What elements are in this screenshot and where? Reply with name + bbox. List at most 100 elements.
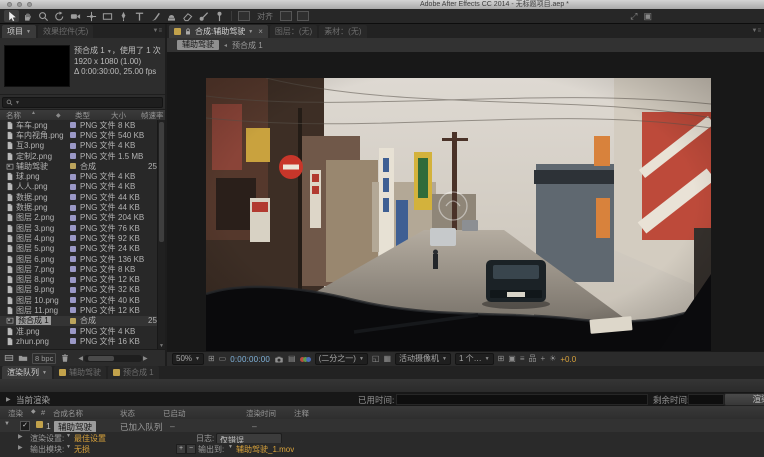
label-chip[interactable] — [70, 214, 80, 221]
label-chip[interactable] — [70, 266, 80, 273]
scrollbar-thumb[interactable] — [87, 355, 114, 361]
column-comment[interactable]: 注释 — [294, 408, 309, 419]
search-options-icon[interactable]: ▼ — [15, 100, 20, 106]
column-label-icon[interactable]: ◆ — [31, 408, 36, 415]
puppet-pin-tool[interactable] — [212, 10, 227, 22]
project-item-row[interactable]: 图层 8.png PNG 文件 12 KB — [0, 274, 158, 284]
collapse-triangle-icon[interactable]: ▼ — [4, 421, 10, 427]
label-chip[interactable] — [70, 225, 80, 232]
expand-triangle-icon[interactable]: ▶ — [6, 396, 11, 403]
region-of-interest-icon[interactable]: ◱ — [372, 354, 380, 364]
label-chip[interactable] — [70, 142, 80, 149]
trash-icon[interactable] — [60, 353, 70, 363]
label-chip[interactable] — [70, 163, 80, 170]
add-output-module-button[interactable]: + — [176, 444, 186, 454]
column-comp-name[interactable]: 合成名称 — [53, 408, 83, 419]
exposure-value[interactable]: +0.0 — [560, 355, 576, 364]
label-chip[interactable] — [70, 204, 80, 211]
tab-render-queue[interactable]: 渲染队列 ▼ — [2, 366, 52, 379]
label-chip[interactable] — [70, 307, 80, 314]
snapshot-camera-icon[interactable] — [274, 355, 284, 364]
project-item-row[interactable]: 图层 5.png PNG 文件 24 KB — [0, 244, 158, 254]
close-window-button[interactable] — [7, 2, 12, 7]
hand-tool[interactable] — [20, 10, 35, 22]
zoom-window-button[interactable] — [27, 2, 32, 7]
project-item-row[interactable]: 定制2.png PNG 文件 1.5 MB — [0, 151, 158, 161]
show-snapshot-icon[interactable]: ▤ — [288, 354, 296, 364]
project-item-row[interactable]: 准.png PNG 文件 4 KB — [0, 326, 158, 336]
label-chip[interactable] — [70, 317, 80, 324]
project-horizontal-scrollbar[interactable]: ◀ ▶ — [78, 354, 148, 362]
shape-tool[interactable] — [100, 10, 115, 22]
flowchart-icon[interactable]: 品 — [529, 354, 537, 364]
label-chip[interactable] — [70, 245, 80, 252]
tab-timeline-assist-drive[interactable]: 辅助驾驶 — [53, 366, 106, 379]
project-item-row[interactable]: 车内视角.png PNG 文件 540 KB — [0, 130, 158, 140]
color-depth-button[interactable]: 8 bpc — [32, 352, 57, 364]
tab-timeline-precomp-1[interactable]: 预合成 1 — [107, 366, 159, 379]
expand-triangle-icon[interactable]: ▶ — [18, 444, 23, 451]
label-chip[interactable] — [70, 183, 80, 190]
interpret-footage-icon[interactable] — [4, 353, 14, 363]
grid-guides-icon[interactable]: ⊞ — [498, 354, 505, 364]
project-item-row[interactable]: 预合成 1 合成 25 — [0, 315, 158, 326]
chevron-down-icon[interactable]: ▼ — [248, 29, 253, 35]
render-queue-item-row[interactable]: ▼ ✓ 1 辅助驾驶 已加入队列 – – — [0, 419, 764, 433]
column-number[interactable]: # — [41, 408, 45, 417]
label-chip[interactable] — [70, 194, 80, 201]
camera-view-dropdown[interactable]: 活动摄像机 ▼ — [395, 353, 451, 365]
pan-behind-tool[interactable] — [84, 10, 99, 22]
render-button[interactable]: 渲染 — [724, 393, 764, 406]
project-item-row[interactable]: 图层 4.png PNG 文件 92 KB — [0, 233, 158, 243]
project-item-row[interactable]: 图层 6.png PNG 文件 136 KB — [0, 254, 158, 264]
label-chip[interactable] — [70, 132, 80, 139]
column-started[interactable]: 已启动 — [163, 408, 186, 419]
project-item-row[interactable]: 图层 3.png PNG 文件 76 KB — [0, 223, 158, 233]
panel-menu-icon[interactable]: ▼≡ — [749, 28, 764, 34]
snapping-icon[interactable] — [238, 11, 250, 21]
project-item-row[interactable]: 数据.png PNG 文件 44 KB — [0, 202, 158, 212]
close-icon[interactable]: × — [258, 27, 263, 36]
type-tool[interactable] — [132, 10, 147, 22]
scroll-right-icon[interactable]: ▶ — [143, 355, 148, 362]
render-checkbox[interactable]: ✓ — [20, 421, 30, 431]
roto-brush-tool[interactable] — [196, 10, 211, 22]
project-item-row[interactable]: 图层 11.png PNG 文件 12 KB — [0, 305, 158, 315]
magnification-dropdown[interactable]: 50% ▼ — [172, 353, 204, 365]
project-item-row[interactable]: 互3.png PNG 文件 4 KB — [0, 141, 158, 151]
breadcrumb-nested-comp[interactable]: 预合成 1 — [232, 40, 263, 51]
scroll-left-icon[interactable]: ◀ — [78, 355, 83, 362]
new-folder-icon[interactable] — [18, 353, 28, 363]
label-chip[interactable] — [70, 276, 80, 283]
street-photo[interactable] — [206, 78, 711, 352]
safe-zones-icon[interactable]: ⊞ — [208, 354, 215, 364]
reset-exposure-icon[interactable]: + — [541, 354, 546, 364]
unified-camera-tool[interactable] — [68, 10, 83, 22]
workspace-icon[interactable] — [280, 11, 292, 21]
show-channel-icon[interactable] — [299, 356, 311, 362]
column-label-icon[interactable]: ◆ — [56, 112, 75, 119]
current-time-display[interactable]: 0:00:00:00 — [230, 355, 270, 364]
resolution-dropdown[interactable]: (二分之一) ▼ — [314, 353, 368, 365]
pen-tool[interactable] — [116, 10, 131, 22]
expand-triangle-icon[interactable]: ▶ — [18, 433, 23, 440]
label-chip[interactable] — [70, 328, 80, 335]
label-chip[interactable] — [70, 235, 80, 242]
brush-tool[interactable] — [148, 10, 163, 22]
project-item-row[interactable]: 车车.png PNG 文件 8 KB — [0, 120, 158, 130]
panel-box-icon[interactable]: ▣ — [643, 11, 652, 21]
rotation-tool[interactable] — [52, 10, 67, 22]
label-chip[interactable] — [70, 297, 80, 304]
label-chip[interactable] — [70, 338, 80, 345]
project-item-row[interactable]: 图层 10.png PNG 文件 40 KB — [0, 295, 158, 305]
project-item-row[interactable]: 辅助驾驶 合成 25 — [0, 161, 158, 171]
tab-footage-viewer[interactable]: 素材：(无) — [319, 25, 367, 38]
label-chip[interactable] — [36, 421, 43, 428]
tab-layer-viewer[interactable]: 图层：(无) — [269, 25, 318, 38]
project-item-row[interactable]: 图层 7.png PNG 文件 8 KB — [0, 264, 158, 274]
timeline-button-icon[interactable]: ≡ — [520, 354, 525, 364]
remove-output-module-button[interactable]: − — [186, 444, 196, 454]
project-item-row[interactable]: zhun.png PNG 文件 16 KB — [0, 336, 158, 346]
project-item-row[interactable]: 人人.png PNG 文件 4 KB — [0, 182, 158, 192]
composition-viewer[interactable] — [167, 52, 764, 352]
